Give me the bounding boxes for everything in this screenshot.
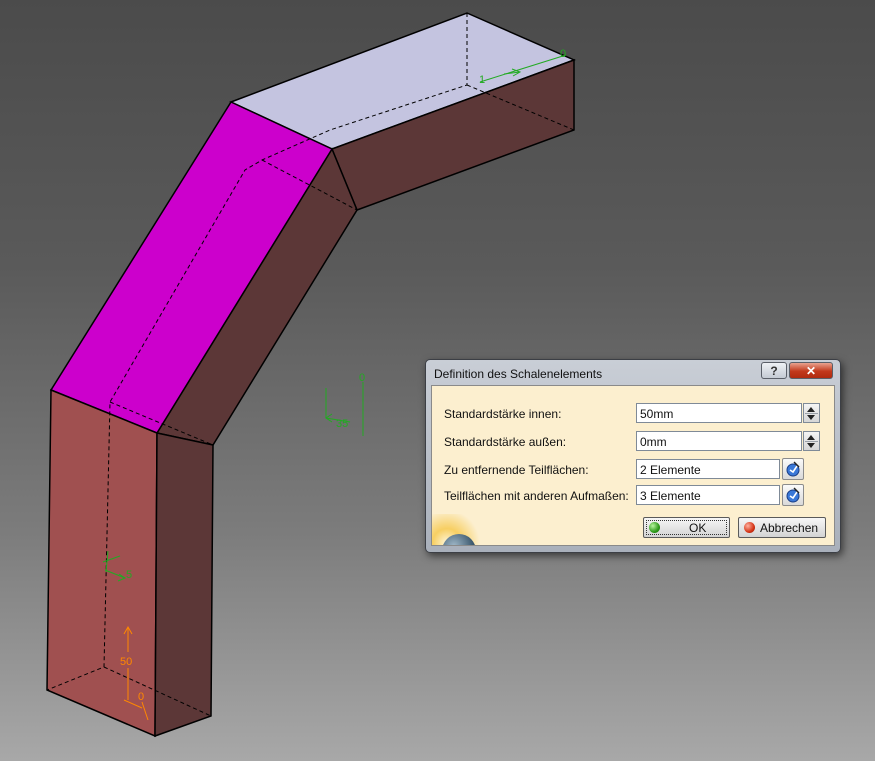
spinner-divider: [805, 413, 818, 414]
dialog-titlebar[interactable]: Definition des Schalenelements ? ✕: [426, 360, 840, 384]
faces-other-thickness-row: Teilflächen mit anderen Aufmaßen: 3 Elem…: [432, 484, 834, 507]
annotation-label: 0: [560, 48, 566, 60]
cancel-button-label: Abbrechen: [760, 521, 819, 535]
annotation-label: 5: [126, 569, 132, 581]
edit-list-icon: [786, 461, 800, 477]
ok-icon: [649, 522, 660, 533]
cancel-icon: [744, 522, 755, 533]
faces-to-remove-edit-button[interactable]: [782, 458, 804, 480]
annotation-label: 50: [120, 656, 132, 668]
faces-other-thickness-field[interactable]: 3 Elemente: [636, 485, 780, 505]
faces-to-remove-field[interactable]: 2 Elemente: [636, 459, 780, 479]
spin-down-icon[interactable]: [807, 415, 815, 420]
faces-to-remove-label: Zu entfernende Teilflächen:: [444, 463, 589, 477]
default-outer-thickness-spinner[interactable]: [803, 431, 820, 451]
annotation-label: 0: [138, 691, 144, 703]
spin-down-icon[interactable]: [807, 443, 815, 448]
default-inner-thickness-input[interactable]: 50mm: [636, 403, 802, 423]
edit-list-icon: [786, 487, 800, 503]
ok-button[interactable]: OK: [643, 517, 730, 538]
default-inner-thickness-label: Standardstärke innen:: [444, 407, 562, 421]
annotation-label: 0: [359, 372, 365, 384]
front-face-vertical[interactable]: [46, 388, 158, 738]
default-outer-thickness-row: Standardstärke außen: 0mm: [432, 431, 834, 453]
annotation-label: 35: [336, 418, 348, 430]
ok-button-label: OK: [689, 521, 707, 535]
default-outer-thickness-input[interactable]: 0mm: [636, 431, 802, 451]
shell-definition-dialog: Definition des Schalenelements ? ✕ Stand…: [425, 359, 841, 553]
cancel-button[interactable]: Abbrechen: [738, 517, 826, 538]
help-icon: ?: [770, 363, 778, 378]
annotation-label: 1: [479, 74, 485, 86]
default-outer-thickness-label: Standardstärke außen:: [444, 435, 567, 449]
close-button[interactable]: ✕: [789, 362, 833, 379]
help-button[interactable]: ?: [761, 362, 787, 379]
faces-to-remove-row: Zu entfernende Teilflächen: 2 Elemente: [432, 458, 834, 481]
close-icon: ✕: [805, 363, 817, 378]
spinner-divider: [805, 441, 818, 442]
spin-up-icon[interactable]: [807, 435, 815, 440]
default-inner-thickness-spinner[interactable]: [803, 403, 820, 423]
spin-up-icon[interactable]: [807, 407, 815, 412]
dialog-title: Definition des Schalenelements: [434, 367, 603, 381]
faces-other-thickness-label: Teilflächen mit anderen Aufmaßen:: [444, 489, 629, 503]
default-inner-thickness-row: Standardstärke innen: 50mm: [432, 403, 834, 425]
faces-other-thickness-edit-button[interactable]: [782, 484, 804, 506]
side-face-vertical[interactable]: [154, 432, 214, 738]
